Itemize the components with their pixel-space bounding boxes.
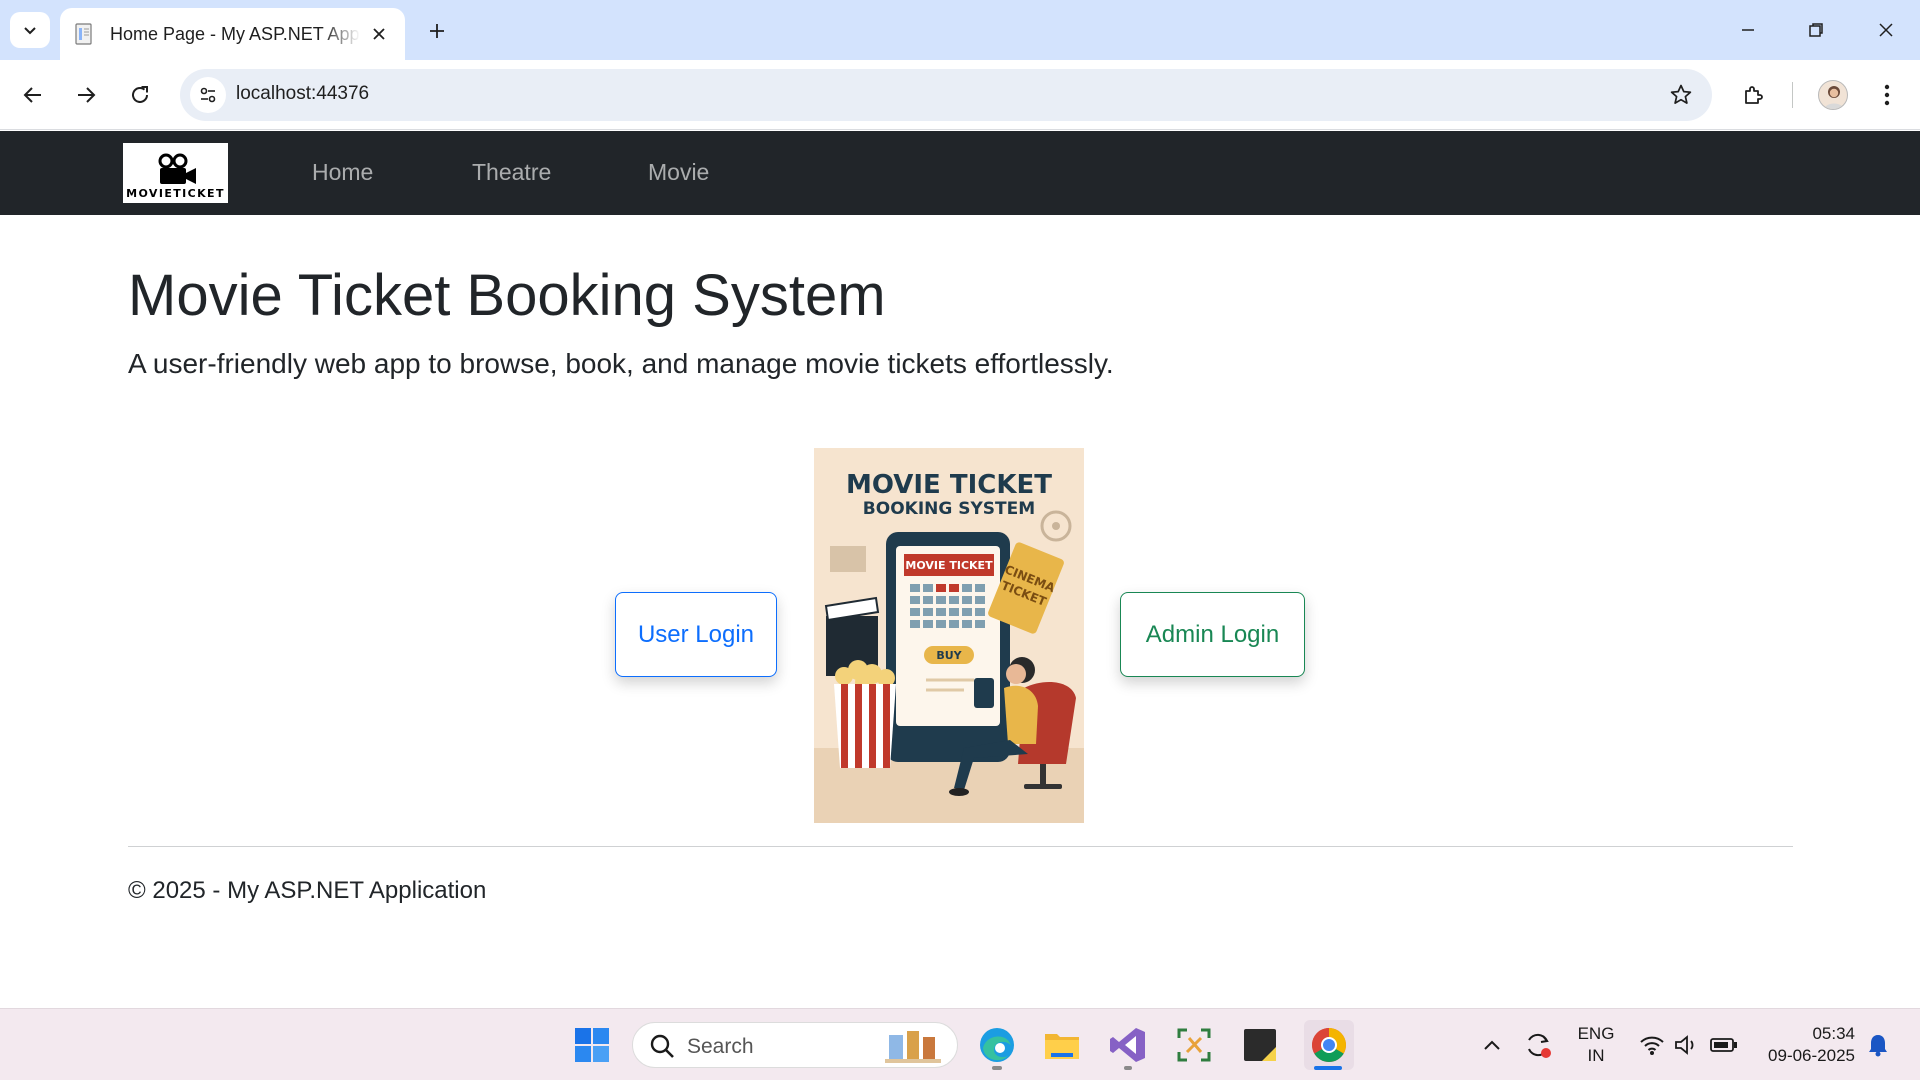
nav-link-theatre[interactable]: Theatre — [472, 159, 551, 186]
minimize-icon — [1742, 29, 1754, 31]
taskbar-edge[interactable] — [975, 1023, 1019, 1067]
visual-studio-icon — [1110, 1028, 1145, 1062]
brand-text: MOVIETICKET — [126, 187, 225, 200]
poster-buy-label: BUY — [936, 649, 962, 662]
new-tab-button[interactable] — [420, 14, 454, 48]
taskbar-chrome[interactable] — [1304, 1020, 1354, 1070]
profile-avatar[interactable] — [1818, 80, 1848, 110]
browser-toolbar: localhost:44376 — [0, 60, 1920, 130]
close-icon — [1879, 23, 1893, 37]
taskbar-file-explorer[interactable] — [1040, 1023, 1084, 1067]
chevron-down-icon — [24, 27, 36, 35]
taskbar-visual-studio[interactable] — [1106, 1023, 1150, 1067]
taskbar-search[interactable]: Search — [632, 1022, 958, 1068]
wifi-icon — [1640, 1036, 1664, 1055]
address-bar[interactable]: localhost:44376 — [180, 69, 1712, 121]
browser-tabstrip: Home Page - My ASP.NET Application — [0, 0, 1920, 60]
nav-link-movie[interactable]: Movie — [648, 159, 709, 186]
poster-screen-label: MOVIE TICKET — [905, 559, 993, 572]
taskbar-snipping-tool[interactable] — [1172, 1023, 1216, 1067]
minimize-button[interactable] — [1728, 10, 1768, 50]
battery-status[interactable] — [1702, 1023, 1746, 1067]
edge-running-indicator — [992, 1066, 1002, 1070]
language-region: IN — [1587, 1046, 1605, 1065]
puzzle-icon — [1745, 86, 1763, 104]
tray-overflow-button[interactable] — [1470, 1023, 1514, 1067]
forward-button[interactable] — [67, 76, 105, 114]
chrome-running-indicator — [1314, 1066, 1342, 1070]
tab-title: Home Page - My ASP.NET Application — [110, 23, 360, 44]
vs-running-indicator — [1124, 1066, 1132, 1070]
restore-button[interactable] — [1796, 10, 1836, 50]
sticky-notes-icon — [1244, 1029, 1276, 1061]
windows-taskbar: Search ENG IN 05:34 09-06-2025 — [0, 1008, 1920, 1080]
movie-camera-icon — [158, 153, 196, 184]
footer-text: © 2025 - My ASP.NET Application — [128, 877, 487, 904]
hero-poster-image: MOVIE TICKET BOOKING SYSTEM MOVIE TICKET… — [814, 448, 1084, 823]
nav-link-home[interactable]: Home — [312, 159, 373, 186]
arrow-right-icon — [78, 87, 96, 103]
poster-line1: MOVIE TICKET — [846, 470, 1052, 500]
taskbar-clock[interactable]: 05:34 09-06-2025 — [1755, 1023, 1855, 1067]
plus-icon — [430, 24, 444, 38]
footer-divider — [128, 846, 1793, 847]
user-login-button[interactable]: User Login — [615, 592, 777, 677]
brand-logo[interactable]: MOVIETICKET — [123, 143, 228, 203]
taskbar-search-placeholder: Search — [687, 1035, 754, 1058]
chevron-up-icon — [1484, 1040, 1500, 1050]
battery-icon — [1710, 1038, 1737, 1052]
back-button[interactable] — [14, 76, 52, 114]
site-navbar: MOVIETICKET Home Theatre Movie — [0, 131, 1920, 215]
page-favicon-icon — [74, 22, 96, 46]
taskbar-sticky-notes[interactable] — [1238, 1023, 1282, 1067]
tab-search-button[interactable] — [10, 12, 50, 48]
extensions-button[interactable] — [1735, 76, 1773, 114]
sync-icon — [1528, 1033, 1551, 1058]
search-highlight-icon — [885, 1031, 941, 1063]
notifications-button[interactable] — [1856, 1023, 1900, 1067]
bookmark-star-button[interactable] — [1668, 82, 1694, 108]
search-icon — [650, 1034, 674, 1058]
poster-line2: BOOKING SYSTEM — [863, 499, 1035, 519]
tab-close-icon[interactable] — [367, 22, 391, 46]
clock-date: 09-06-2025 — [1768, 1046, 1855, 1065]
windows-logo-icon — [575, 1028, 609, 1062]
reload-icon — [132, 86, 148, 103]
admin-login-button[interactable]: Admin Login — [1120, 592, 1305, 677]
browser-menu-button[interactable] — [1868, 76, 1906, 114]
url-text[interactable]: localhost:44376 — [236, 83, 369, 105]
page-lead: A user-friendly web app to browse, book,… — [128, 348, 1114, 379]
edge-icon — [980, 1028, 1014, 1062]
snipping-tool-icon — [1177, 1028, 1211, 1062]
folder-icon — [1045, 1034, 1079, 1059]
more-vert-icon — [1884, 84, 1890, 106]
browser-tab-active[interactable]: Home Page - My ASP.NET Application — [60, 8, 405, 60]
close-window-button[interactable] — [1866, 10, 1906, 50]
start-button[interactable] — [570, 1023, 614, 1067]
site-info-button[interactable] — [190, 77, 226, 113]
restore-icon — [1809, 23, 1823, 37]
reload-button[interactable] — [121, 76, 159, 114]
toolbar-separator — [1792, 82, 1793, 108]
clock-time: 05:34 — [1812, 1024, 1855, 1043]
bell-icon — [1869, 1035, 1887, 1057]
page-title: Movie Ticket Booking System — [128, 263, 886, 328]
tune-icon — [200, 87, 216, 103]
chrome-icon — [1312, 1028, 1346, 1062]
language-code: ENG — [1577, 1024, 1615, 1043]
tray-sync-button[interactable] — [1516, 1023, 1560, 1067]
language-indicator[interactable]: ENG IN — [1576, 1023, 1616, 1067]
star-icon — [1670, 84, 1692, 104]
volume-icon — [1675, 1035, 1694, 1055]
arrow-left-icon — [23, 87, 41, 103]
